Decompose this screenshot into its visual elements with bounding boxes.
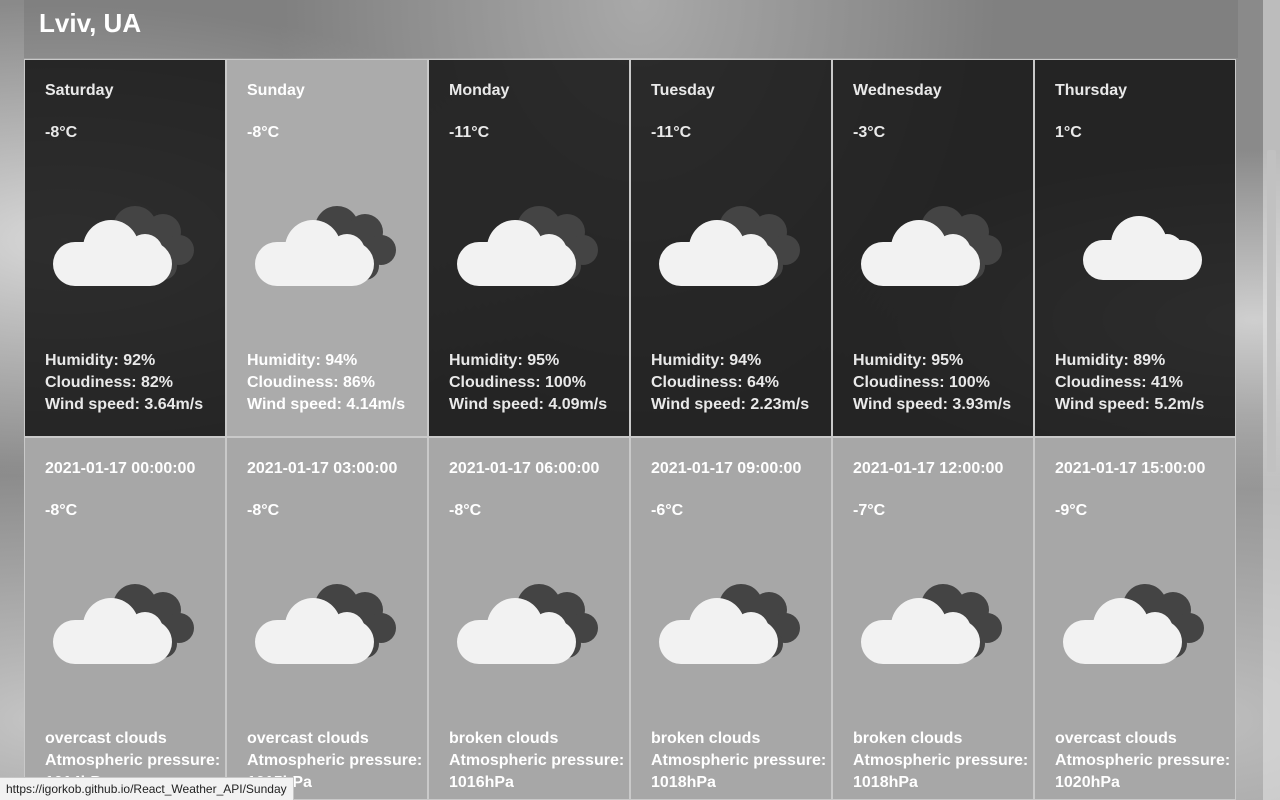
day-stats: Humidity: 94% Cloudiness: 86% Wind speed… <box>247 350 405 416</box>
day-name: Wednesday <box>853 82 942 99</box>
pressure-label: Atmospheric pressure: <box>45 752 221 769</box>
hour-datetime: 2021-01-17 06:00:00 <box>449 460 600 477</box>
hour-datetime: 2021-01-17 15:00:00 <box>1055 460 1206 477</box>
hour-stats: broken clouds Atmospheric pressure: 1016… <box>449 728 624 794</box>
daily-forecast-row: Saturday -8°C Humidity: 92% Cloudiness: … <box>24 59 1238 437</box>
wind-speed-text: Wind speed: 4.14m/s <box>247 396 406 413</box>
cloudiness-text: Cloudiness: 100% <box>449 374 586 391</box>
hour-temperature: -8°C <box>449 502 482 519</box>
hour-temperature: -8°C <box>45 502 78 519</box>
day-temperature: -8°C <box>45 124 78 141</box>
day-name: Monday <box>449 82 510 99</box>
wind-speed-text: Wind speed: 4.09m/s <box>449 396 608 413</box>
hour-stats: broken clouds Atmospheric pressure: 1018… <box>853 728 1028 794</box>
cloudy-icon <box>861 576 1007 672</box>
weather-description: overcast clouds <box>247 730 369 747</box>
humidity-text: Humidity: 95% <box>449 352 560 369</box>
header-bar <box>24 0 1238 58</box>
hour-card: 2021-01-17 06:00:00 -8°C broken clouds A… <box>428 437 630 800</box>
day-stats: Humidity: 92% Cloudiness: 82% Wind speed… <box>45 350 203 416</box>
hour-temperature: -7°C <box>853 502 886 519</box>
humidity-text: Humidity: 94% <box>651 352 762 369</box>
weather-description: overcast clouds <box>45 730 167 747</box>
day-name: Tuesday <box>651 82 715 99</box>
pressure-label: Atmospheric pressure: <box>1055 752 1231 769</box>
wind-speed-text: Wind speed: 3.64m/s <box>45 396 204 413</box>
pressure-value: 1020hPa <box>1055 774 1120 791</box>
day-stats: Humidity: 89% Cloudiness: 41% Wind speed… <box>1055 350 1204 416</box>
cloudy-icon <box>659 576 805 672</box>
wind-speed-text: Wind speed: 2.23m/s <box>651 396 810 413</box>
weather-description: broken clouds <box>651 730 761 747</box>
day-card-thursday[interactable]: Thursday 1°C Humidity: 89% Cloudiness: 4… <box>1034 59 1236 437</box>
hour-card: 2021-01-17 00:00:00 -8°C overcast clouds… <box>24 437 226 800</box>
weather-description: broken clouds <box>853 730 963 747</box>
pressure-label: Atmospheric pressure: <box>853 752 1029 769</box>
humidity-text: Humidity: 89% <box>1055 352 1166 369</box>
day-temperature: 1°C <box>1055 124 1082 141</box>
humidity-text: Humidity: 92% <box>45 352 156 369</box>
cloudiness-text: Cloudiness: 100% <box>853 374 990 391</box>
day-stats: Humidity: 95% Cloudiness: 100% Wind spee… <box>853 350 1011 416</box>
day-card-saturday[interactable]: Saturday -8°C Humidity: 92% Cloudiness: … <box>24 59 226 437</box>
day-name: Sunday <box>247 82 305 99</box>
pressure-value: 1016hPa <box>449 774 514 791</box>
pressure-label: Atmospheric pressure: <box>247 752 423 769</box>
hour-temperature: -8°C <box>247 502 280 519</box>
day-card-sunday[interactable]: Sunday -8°C Humidity: 94% Cloudiness: 86… <box>226 59 428 437</box>
cloudy-icon <box>255 198 401 294</box>
day-temperature: -11°C <box>449 124 490 141</box>
day-temperature: -8°C <box>247 124 280 141</box>
cloudy-icon <box>53 576 199 672</box>
cloudy-icon <box>1063 576 1209 672</box>
hour-card: 2021-01-17 09:00:00 -6°C broken clouds A… <box>630 437 832 800</box>
cloudiness-text: Cloudiness: 41% <box>1055 374 1184 391</box>
day-stats: Humidity: 95% Cloudiness: 100% Wind spee… <box>449 350 607 416</box>
city-title: Lviv, UA <box>39 8 142 38</box>
day-card-wednesday[interactable]: Wednesday -3°C Humidity: 95% Cloudiness:… <box>832 59 1034 437</box>
cloudy-icon <box>457 198 603 294</box>
hour-datetime: 2021-01-17 03:00:00 <box>247 460 398 477</box>
hourly-forecast-row: 2021-01-17 00:00:00 -8°C overcast clouds… <box>24 437 1238 800</box>
day-name: Thursday <box>1055 82 1128 99</box>
hour-card: 2021-01-17 12:00:00 -7°C broken clouds A… <box>832 437 1034 800</box>
day-card-tuesday[interactable]: Tuesday -11°C Humidity: 94% Cloudiness: … <box>630 59 832 437</box>
day-stats: Humidity: 94% Cloudiness: 64% Wind speed… <box>651 350 809 416</box>
hour-card: 2021-01-17 03:00:00 -8°C overcast clouds… <box>226 437 428 800</box>
pressure-label: Atmospheric pressure: <box>651 752 827 769</box>
hour-datetime: 2021-01-17 09:00:00 <box>651 460 802 477</box>
weather-description: overcast clouds <box>1055 730 1177 747</box>
humidity-text: Humidity: 95% <box>853 352 964 369</box>
link-status-bar: https://igorkob.github.io/React_Weather_… <box>0 777 294 800</box>
hour-stats: overcast clouds Atmospheric pressure: 10… <box>1055 728 1230 794</box>
humidity-text: Humidity: 94% <box>247 352 358 369</box>
cloud-icon <box>1063 198 1209 294</box>
pressure-value: 1018hPa <box>651 774 716 791</box>
cloudy-icon <box>457 576 603 672</box>
cloudiness-text: Cloudiness: 82% <box>45 374 174 391</box>
hour-datetime: 2021-01-17 12:00:00 <box>853 460 1004 477</box>
vertical-scrollbar[interactable] <box>1263 0 1280 800</box>
wind-speed-text: Wind speed: 5.2m/s <box>1055 396 1205 413</box>
cloudy-icon <box>53 198 199 294</box>
cloudiness-text: Cloudiness: 86% <box>247 374 376 391</box>
hour-temperature: -9°C <box>1055 502 1088 519</box>
cloudy-icon <box>255 576 401 672</box>
wind-speed-text: Wind speed: 3.93m/s <box>853 396 1012 413</box>
pressure-label: Atmospheric pressure: <box>449 752 625 769</box>
cloudy-icon <box>659 198 805 294</box>
day-name: Saturday <box>45 82 114 99</box>
cloudy-icon <box>861 198 1007 294</box>
pressure-value: 1018hPa <box>853 774 918 791</box>
hour-datetime: 2021-01-17 00:00:00 <box>45 460 196 477</box>
scrollbar-thumb[interactable] <box>1267 150 1276 472</box>
hour-temperature: -6°C <box>651 502 684 519</box>
day-temperature: -11°C <box>651 124 692 141</box>
hour-card: 2021-01-17 15:00:00 -9°C overcast clouds… <box>1034 437 1236 800</box>
weather-description: broken clouds <box>449 730 559 747</box>
cloudiness-text: Cloudiness: 64% <box>651 374 780 391</box>
day-card-monday[interactable]: Monday -11°C Humidity: 95% Cloudiness: 1… <box>428 59 630 437</box>
day-temperature: -3°C <box>853 124 886 141</box>
hour-stats: broken clouds Atmospheric pressure: 1018… <box>651 728 826 794</box>
